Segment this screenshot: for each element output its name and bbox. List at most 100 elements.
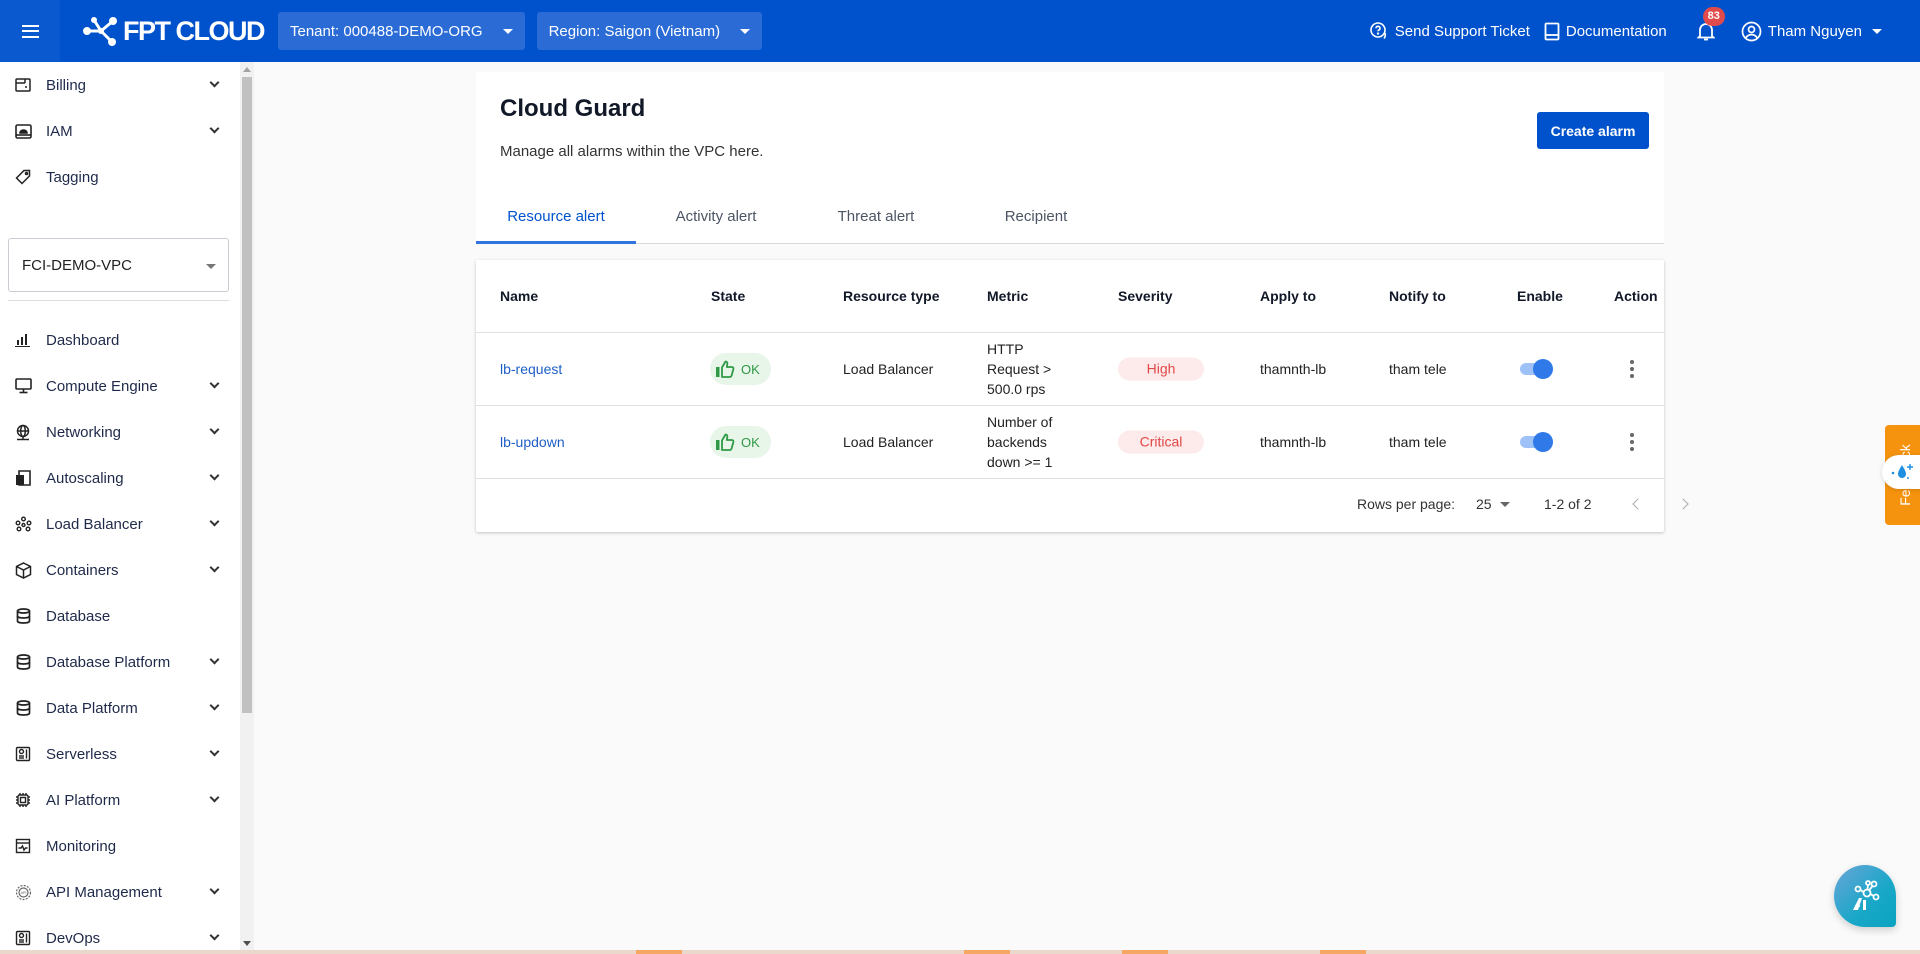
chevron-down-icon[interactable] xyxy=(209,516,220,527)
hamburger-icon xyxy=(21,24,39,38)
sidebar-item-label: API Management xyxy=(46,883,162,901)
ai-assistant-button[interactable] xyxy=(1834,865,1896,927)
wallet-icon xyxy=(14,76,32,94)
metric: HTTP Request > 500.0 rps xyxy=(987,339,1051,399)
enable-toggle[interactable] xyxy=(1520,432,1553,452)
user-circle-icon xyxy=(1741,21,1762,41)
main-content: Cloud Guard Manage all alarms within the… xyxy=(256,62,1920,954)
more-actions-icon[interactable] xyxy=(1622,357,1642,381)
top-bar: FPT CLOUD Tenant: 000488-DEMO-ORG Region… xyxy=(0,0,1920,62)
docs-label: Documentation xyxy=(1565,22,1667,40)
tab-activity-alert[interactable]: Activity alert xyxy=(636,195,796,243)
chevron-down-icon[interactable] xyxy=(209,77,220,88)
thumbs-up-icon xyxy=(716,433,735,451)
enable-toggle[interactable] xyxy=(1520,359,1553,379)
water-drop-sparkle-icon xyxy=(1891,464,1913,479)
cube-icon xyxy=(14,561,32,579)
network-logo-icon xyxy=(83,17,117,46)
alarm-name-link[interactable]: lb-request xyxy=(500,361,562,377)
sidebar-item-label: Serverless xyxy=(46,745,117,763)
user-menu[interactable]: Tham Nguyen xyxy=(1741,21,1882,42)
chevron-left-icon[interactable] xyxy=(1631,497,1641,511)
sidebar-item-iam[interactable]: IAM xyxy=(0,108,230,154)
rows-per-page-value: 25 xyxy=(1476,496,1492,512)
sidebar-item-label: Database xyxy=(46,607,111,625)
brand-name: FPT CLOUD xyxy=(123,15,266,46)
notifications-button[interactable]: 83 xyxy=(1696,7,1725,41)
sidebar-item-database[interactable]: Database xyxy=(0,593,230,639)
resource-type: Load Balancer xyxy=(843,361,934,377)
sidebar-item-serverless[interactable]: Serverless xyxy=(0,731,230,777)
state-label: OK xyxy=(741,361,760,377)
id-card-icon xyxy=(14,122,32,140)
page-subtitle: Manage all alarms within the VPC here. xyxy=(500,143,764,160)
sidebar-item-autoscaling[interactable]: Autoscaling xyxy=(0,455,230,501)
sidebar-item-label: DevOps xyxy=(46,929,101,947)
sidebar-item-data-platform[interactable]: Data Platform xyxy=(0,685,230,731)
chevron-down-icon[interactable] xyxy=(209,746,220,757)
chevron-down-icon[interactable] xyxy=(209,562,220,573)
load-balancer-icon xyxy=(14,515,32,533)
sidebar-item-tagging[interactable]: Tagging xyxy=(0,154,230,200)
sidebar-item-dashboard[interactable]: Dashboard xyxy=(0,317,230,363)
column-header-enable[interactable]: Enable xyxy=(1517,288,1563,304)
chevron-down-icon[interactable] xyxy=(209,123,220,134)
help-chat-icon xyxy=(1369,22,1386,39)
tab-recipient[interactable]: Recipient xyxy=(956,195,1116,243)
assistant-drop-button[interactable] xyxy=(1882,455,1920,489)
sidebar-scrollbar[interactable] xyxy=(240,62,254,954)
scrollbar-thumb[interactable] xyxy=(242,77,252,713)
create-alarm-button[interactable]: Create alarm xyxy=(1537,112,1649,149)
sidebar-item-billing[interactable]: Billing xyxy=(0,62,230,108)
column-header-state[interactable]: State xyxy=(711,288,745,304)
column-header-metric[interactable]: Metric xyxy=(987,288,1028,304)
sidebar-item-label: Autoscaling xyxy=(46,469,124,487)
metric-line: down >= 1 xyxy=(987,454,1053,470)
vpc-select[interactable]: FCI-DEMO-VPC xyxy=(8,238,229,292)
more-actions-icon[interactable] xyxy=(1622,430,1642,454)
sidebar-item-containers[interactable]: Containers xyxy=(0,547,230,593)
tab-threat-alert[interactable]: Threat alert xyxy=(796,195,956,243)
fpt-cloud-logo[interactable]: FPT CLOUD xyxy=(82,15,266,47)
send-support-ticket-link[interactable]: Send Support Ticket xyxy=(1369,21,1530,41)
tab-resource-alert[interactable]: Resource alert xyxy=(476,195,636,244)
svg-text:API: API xyxy=(20,891,26,895)
sidebar-item-api-management[interactable]: API API Management xyxy=(0,869,230,915)
documentation-link[interactable]: Documentation xyxy=(1544,22,1667,41)
chevron-down-icon[interactable] xyxy=(209,424,220,435)
sidebar-item-monitoring[interactable]: Monitoring xyxy=(0,823,230,869)
chevron-down-icon[interactable] xyxy=(209,884,220,895)
chevron-down-icon[interactable] xyxy=(209,930,220,941)
menu-toggle-button[interactable] xyxy=(0,0,60,62)
sidebar-item-database-platform[interactable]: Database Platform xyxy=(0,639,230,685)
alarm-name-link[interactable]: lb-updown xyxy=(500,434,565,450)
chevron-down-icon[interactable] xyxy=(209,378,220,389)
chevron-down-icon[interactable] xyxy=(209,654,220,665)
scroll-up-arrow-icon[interactable] xyxy=(243,67,251,72)
alarms-table: Name State Resource type Metric Severity… xyxy=(476,260,1664,532)
sidebar-item-compute-engine[interactable]: Compute Engine xyxy=(0,363,230,409)
column-header-resource-type[interactable]: Resource type xyxy=(843,288,939,304)
region-select[interactable]: Region: Saigon (Vietnam) xyxy=(536,12,763,50)
sidebar-item-ai-platform[interactable]: AI Platform xyxy=(0,777,230,823)
sidebar-item-load-balancer[interactable]: Load Balancer xyxy=(0,501,230,547)
column-header-apply-to[interactable]: Apply to xyxy=(1260,288,1316,304)
column-header-severity[interactable]: Severity xyxy=(1118,288,1172,304)
chevron-down-icon[interactable] xyxy=(209,700,220,711)
scroll-down-arrow-icon[interactable] xyxy=(243,941,251,946)
monitor-icon xyxy=(14,377,32,395)
sidebar-item-label: IAM xyxy=(46,122,73,140)
sidebar-item-devops[interactable]: DevOps xyxy=(0,915,230,954)
table-row: lb-updown OK Load Balancer Number of bac… xyxy=(476,406,1664,479)
chevron-right-icon[interactable] xyxy=(1679,497,1689,511)
chevron-down-icon[interactable] xyxy=(209,470,220,481)
tenant-select[interactable]: Tenant: 000488-DEMO-ORG xyxy=(278,12,525,50)
sidebar-item-networking[interactable]: Networking xyxy=(0,409,230,455)
resource-type: Load Balancer xyxy=(843,434,934,450)
severity-badge: Critical xyxy=(1118,430,1204,454)
column-header-action[interactable]: Action xyxy=(1614,288,1658,304)
column-header-notify-to[interactable]: Notify to xyxy=(1389,288,1446,304)
rows-per-page-select[interactable]: 25 xyxy=(1476,496,1510,512)
column-header-name[interactable]: Name xyxy=(500,288,538,304)
chevron-down-icon[interactable] xyxy=(209,792,220,803)
